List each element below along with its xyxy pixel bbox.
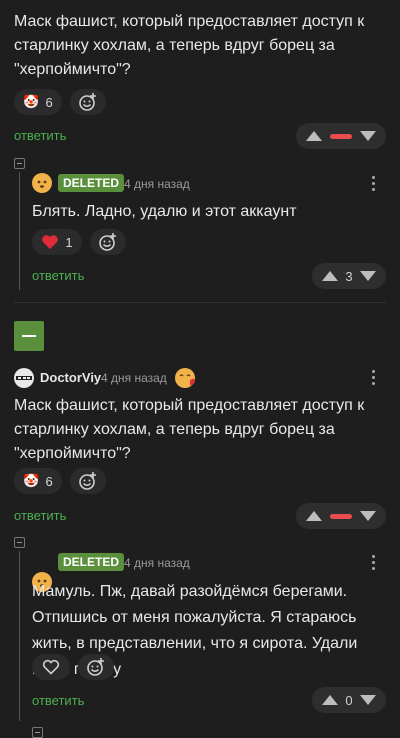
downvote-icon[interactable]	[360, 511, 376, 521]
negative-rating-indicator	[330, 133, 352, 139]
heart-icon	[42, 235, 59, 249]
comment-time[interactable]: 4 дня назад	[124, 177, 190, 191]
like-count: 1	[65, 234, 73, 250]
collapse-comment-button[interactable]	[14, 321, 44, 351]
downvote-icon[interactable]	[359, 695, 376, 705]
user-avatar[interactable]	[32, 173, 52, 193]
add-reaction-icon	[87, 658, 104, 676]
more-menu-button[interactable]	[372, 370, 375, 385]
minus-icon	[22, 335, 36, 337]
like-button[interactable]	[32, 654, 70, 680]
collapse-thread-button[interactable]	[14, 537, 25, 548]
add-reaction-button[interactable]	[90, 229, 126, 255]
negative-rating-indicator	[330, 513, 352, 519]
reaction-count: 6	[45, 94, 53, 110]
more-menu-button[interactable]	[372, 176, 375, 191]
author-name[interactable]: DoctorViy	[40, 370, 101, 385]
upvote-icon[interactable]	[306, 511, 322, 521]
rating-control: 0	[312, 687, 386, 713]
clown-icon: 🤡	[23, 94, 40, 109]
comment-time[interactable]: 4 дня назад	[101, 371, 167, 385]
reply-link[interactable]: ответить	[32, 268, 84, 283]
comment-text: Маск фашист, который предоставляет досту…	[14, 13, 365, 78]
add-reaction-icon	[79, 472, 96, 490]
collapse-thread-button[interactable]	[32, 727, 43, 738]
comment-text: Блять. Ладно, удалю и этот аккаунт	[32, 203, 297, 220]
reply-link[interactable]: ответить	[14, 128, 66, 143]
upvote-icon[interactable]	[322, 271, 338, 281]
avatar-face-icon	[32, 173, 52, 193]
reply-link[interactable]: ответить	[14, 508, 66, 523]
rating-control	[296, 123, 386, 149]
user-avatar[interactable]	[14, 368, 34, 388]
avatar-logo-icon	[16, 376, 32, 380]
downvote-icon[interactable]	[360, 131, 376, 141]
comment-time[interactable]: 4 дня назад	[124, 556, 190, 570]
clown-reaction-chip[interactable]: 🤡 6	[14, 468, 62, 494]
deleted-user-badge[interactable]: DELETED	[58, 174, 125, 192]
upvote-icon[interactable]	[322, 695, 338, 705]
add-reaction-button[interactable]	[70, 89, 106, 115]
rating-value: 3	[345, 268, 353, 284]
add-reaction-icon	[99, 233, 116, 251]
user-award-icon	[175, 368, 195, 388]
add-reaction-button[interactable]	[70, 468, 106, 494]
reaction-count: 6	[45, 473, 53, 489]
add-reaction-button[interactable]	[78, 654, 114, 680]
thread-line	[19, 551, 20, 721]
thread-line	[19, 172, 20, 290]
collapse-thread-button[interactable]	[14, 158, 25, 169]
like-reaction-chip[interactable]: 1	[32, 229, 82, 255]
rating-value: 0	[345, 692, 353, 708]
downvote-icon[interactable]	[359, 271, 376, 281]
rating-control	[296, 503, 386, 529]
upvote-icon[interactable]	[306, 131, 322, 141]
reply-link[interactable]: ответить	[32, 693, 84, 708]
clown-icon: 🤡	[23, 473, 40, 488]
deleted-user-badge[interactable]: DELETED	[58, 553, 125, 571]
add-reaction-icon	[79, 93, 96, 111]
heart-outline-icon	[42, 659, 60, 675]
rating-control: 3	[312, 263, 386, 289]
comment-text: Маск фашист, который предоставляет досту…	[14, 397, 365, 462]
more-menu-button[interactable]	[372, 555, 375, 570]
divider	[14, 302, 386, 303]
clown-reaction-chip[interactable]: 🤡 6	[14, 89, 62, 115]
